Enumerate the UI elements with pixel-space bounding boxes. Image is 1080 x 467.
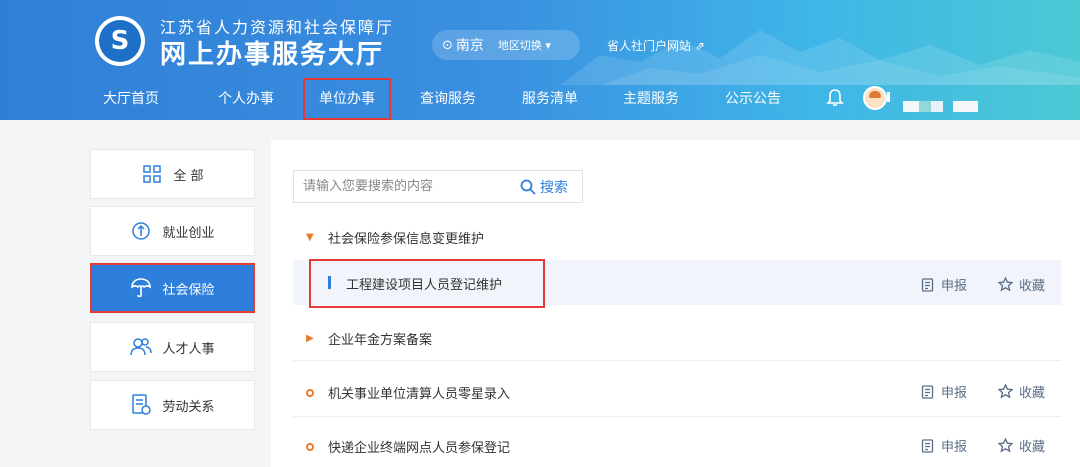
form-icon: [921, 438, 934, 453]
nav-item-service-list[interactable]: 服务清单: [522, 78, 578, 120]
masked-username-part: [953, 101, 978, 112]
apply-button[interactable]: 申报: [921, 275, 967, 294]
sidebar-item-label: 人才人事: [162, 341, 215, 357]
star-icon: [998, 277, 1013, 292]
category-toggle[interactable]: ▶ 企业年金方案备案: [306, 329, 432, 348]
service-item[interactable]: 机关事业单位清算人员零星录入: [306, 383, 510, 402]
apply-label: 申报: [941, 440, 968, 455]
search-input[interactable]: [294, 171, 504, 202]
service-item-label: 快递企业终端网点人员参保登记: [328, 441, 511, 456]
search-button-label: 搜索: [540, 180, 568, 196]
row-divider: [293, 360, 1061, 361]
nav-item-home[interactable]: 大厅首页: [103, 78, 159, 120]
region-city: 南京: [455, 38, 484, 54]
main-nav: 大厅首页 个人办事 单位办事 查询服务 服务清单 主题服务 公示公告: [0, 78, 1080, 120]
form-icon: [921, 277, 934, 292]
star-icon: [998, 384, 1013, 399]
nav-item-theme[interactable]: 主题服务: [623, 78, 679, 120]
favorite-button[interactable]: 收藏: [998, 275, 1045, 294]
form-icon: [921, 384, 934, 399]
employment-icon: [130, 220, 152, 242]
share-icon: ⇗: [694, 39, 705, 53]
favorite-label: 收藏: [1019, 386, 1046, 401]
circle-bullet-icon: [306, 442, 314, 451]
service-item[interactable]: 快递企业终端网点人员参保登记: [306, 437, 510, 456]
avatar-indicator: [887, 92, 890, 102]
apply-button[interactable]: 申报: [921, 436, 967, 455]
category-toggle[interactable]: ▼ 社会保险参保信息变更维护: [306, 228, 484, 247]
location-pin-icon: ⊙: [442, 37, 453, 53]
sidebar-item-label: 全 部: [173, 168, 204, 184]
search-button[interactable]: 搜索: [520, 176, 568, 198]
sidebar-item-label: 就业创业: [162, 225, 215, 241]
category-label: 社会保险参保信息变更维护: [328, 232, 485, 247]
sidebar-item-talent[interactable]: 人才人事: [90, 322, 255, 372]
nav-item-personal[interactable]: 个人办事: [218, 78, 274, 120]
sidebar-item-label: 社会保险: [162, 282, 215, 298]
masked-username: [903, 101, 943, 112]
sidebar-item-employment[interactable]: 就业创业: [90, 206, 255, 256]
apply-label: 申报: [941, 279, 968, 294]
category-label: 企业年金方案备案: [328, 333, 433, 348]
sidebar-item-labor[interactable]: 劳动关系: [90, 380, 255, 430]
active-indicator: [328, 276, 331, 289]
apply-button[interactable]: 申报: [921, 382, 967, 401]
nav-item-query[interactable]: 查询服务: [420, 78, 476, 120]
nav-item-announcements[interactable]: 公示公告: [725, 78, 781, 120]
site-logo[interactable]: S: [95, 16, 145, 66]
apply-label: 申报: [941, 386, 968, 401]
caret-down-icon: ▼: [306, 232, 314, 243]
people-icon: [130, 336, 153, 358]
portal-link-label: 省人社门户网站: [607, 39, 692, 53]
avatar[interactable]: [863, 86, 887, 110]
service-item-label: 机关事业单位清算人员零星录入: [328, 387, 511, 402]
sidebar-item-social-insurance[interactable]: 社会保险: [90, 263, 255, 313]
bell-icon[interactable]: [826, 88, 844, 113]
portal-link[interactable]: 省人社门户网站 ⇗: [607, 37, 705, 54]
document-icon: [130, 394, 152, 416]
service-item-label[interactable]: 工程建设项目人员登记维护: [346, 274, 502, 293]
grid-icon: [141, 163, 163, 185]
sidebar-item-label: 劳动关系: [162, 399, 215, 415]
nav-item-unit[interactable]: 单位办事: [303, 78, 391, 120]
region-selector[interactable]: ⊙ 南京 地区切换 ▾: [432, 30, 580, 60]
row-divider: [293, 416, 1061, 417]
site-title: 网上办事服务大厅: [160, 40, 385, 70]
umbrella-icon: [130, 277, 152, 299]
star-icon: [998, 438, 1013, 453]
favorite-button[interactable]: 收藏: [998, 436, 1045, 455]
region-switch[interactable]: 地区切换 ▾: [498, 37, 551, 53]
circle-bullet-icon: [306, 388, 314, 397]
sidebar-item-all[interactable]: 全 部: [90, 149, 255, 199]
caret-right-icon: ▶: [306, 333, 314, 344]
favorite-button[interactable]: 收藏: [998, 382, 1045, 401]
favorite-label: 收藏: [1019, 279, 1046, 294]
favorite-label: 收藏: [1019, 440, 1046, 455]
search-icon: [520, 179, 536, 195]
